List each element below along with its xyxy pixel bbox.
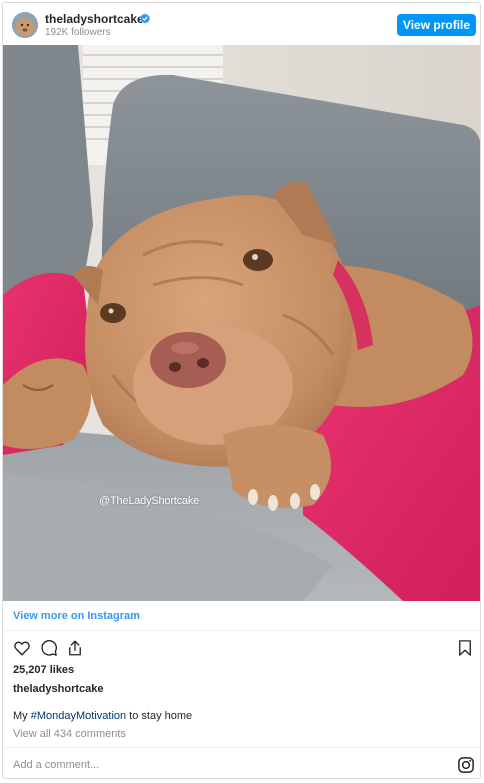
verified-badge-icon — [140, 13, 150, 24]
follower-count: 192K followers — [45, 27, 111, 38]
instagram-icon[interactable] — [457, 756, 475, 774]
caption-text-end: to stay home — [126, 710, 193, 722]
bookmark-icon[interactable] — [456, 639, 474, 657]
view-profile-button[interactable]: View profile — [397, 14, 476, 36]
photo-watermark: @TheLadyShortcake — [99, 495, 200, 507]
like-count[interactable]: 25,207 likes — [13, 664, 74, 676]
view-all-comments-link[interactable]: View all 434 comments — [13, 728, 126, 740]
dog-photo-image — [3, 45, 480, 601]
share-icon[interactable] — [66, 639, 84, 657]
view-more-row: View more on Instagram — [3, 601, 480, 631]
avatar-image — [12, 12, 38, 38]
caption-text-start: My — [13, 710, 31, 722]
action-bar — [3, 635, 480, 661]
caption-hashtag-link[interactable]: #MondayMotivation — [31, 710, 126, 722]
add-comment-input[interactable] — [13, 756, 433, 774]
post-caption: My #MondayMotivation to stay home — [13, 710, 192, 722]
post-header: theladyshortcake 192K followers View pro… — [3, 3, 480, 45]
instagram-embed-card: theladyshortcake 192K followers View pro… — [2, 2, 481, 779]
profile-avatar[interactable] — [12, 12, 38, 38]
heart-icon[interactable] — [13, 639, 31, 657]
view-more-link[interactable]: View more on Instagram — [13, 610, 140, 622]
comment-row — [3, 747, 480, 778]
caption-author[interactable]: theladyshortcake — [13, 683, 103, 695]
post-photo[interactable]: @TheLadyShortcake — [3, 45, 480, 601]
comment-icon[interactable] — [40, 639, 58, 657]
header-username[interactable]: theladyshortcake — [45, 12, 144, 26]
